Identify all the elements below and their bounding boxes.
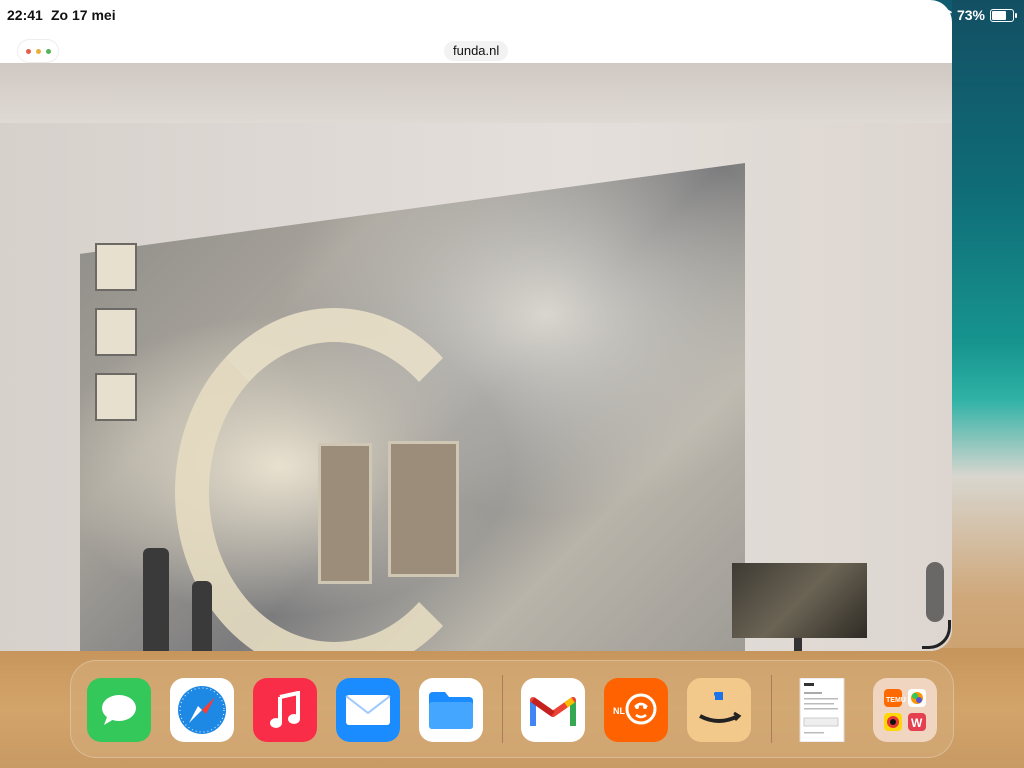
url-pill[interactable]: funda.nl xyxy=(444,41,509,61)
dot-icon xyxy=(25,48,31,54)
ceiling xyxy=(0,63,952,123)
painting-panel xyxy=(388,441,459,577)
painting-square xyxy=(95,243,137,291)
lamp-shade xyxy=(732,563,867,638)
messages-icon[interactable] xyxy=(87,678,151,742)
status-time: 22:41 xyxy=(7,7,43,23)
dock-separator xyxy=(771,675,772,743)
dot-icon xyxy=(35,48,41,54)
painting-panel xyxy=(318,443,372,584)
painting-square xyxy=(95,373,137,421)
status-date: Zo 17 mei xyxy=(51,7,116,23)
window-menu-dots[interactable] xyxy=(18,40,58,62)
painting-square xyxy=(95,308,137,356)
music-icon[interactable] xyxy=(253,678,317,742)
window-resize-handle[interactable] xyxy=(926,562,944,622)
vase xyxy=(192,581,212,651)
status-right: 73% xyxy=(937,7,1017,23)
ing-icon[interactable]: NL xyxy=(604,678,668,742)
document-icon[interactable] xyxy=(790,678,854,742)
battery-percent: 73% xyxy=(956,7,985,23)
svg-text:TEMU: TEMU xyxy=(886,697,906,704)
wifi-icon xyxy=(937,9,952,20)
battery-icon xyxy=(990,8,1017,22)
browser-window: funda.nl xyxy=(0,0,952,651)
vase xyxy=(143,548,169,651)
folder-icon[interactable]: TEMU W xyxy=(873,678,937,742)
svg-text:W: W xyxy=(911,716,923,730)
mail-icon[interactable] xyxy=(336,678,400,742)
safari-icon[interactable] xyxy=(170,678,234,742)
dock-separator xyxy=(502,675,503,743)
svg-text:NL: NL xyxy=(613,706,625,716)
status-bar: 22:41 Zo 17 mei 73% xyxy=(0,0,1024,30)
lamp-stem xyxy=(794,638,802,651)
dot-icon xyxy=(45,48,51,54)
listing-photo[interactable] xyxy=(0,63,952,651)
amazon-icon[interactable] xyxy=(687,678,751,742)
gmail-icon[interactable] xyxy=(521,678,585,742)
files-icon[interactable] xyxy=(419,678,483,742)
